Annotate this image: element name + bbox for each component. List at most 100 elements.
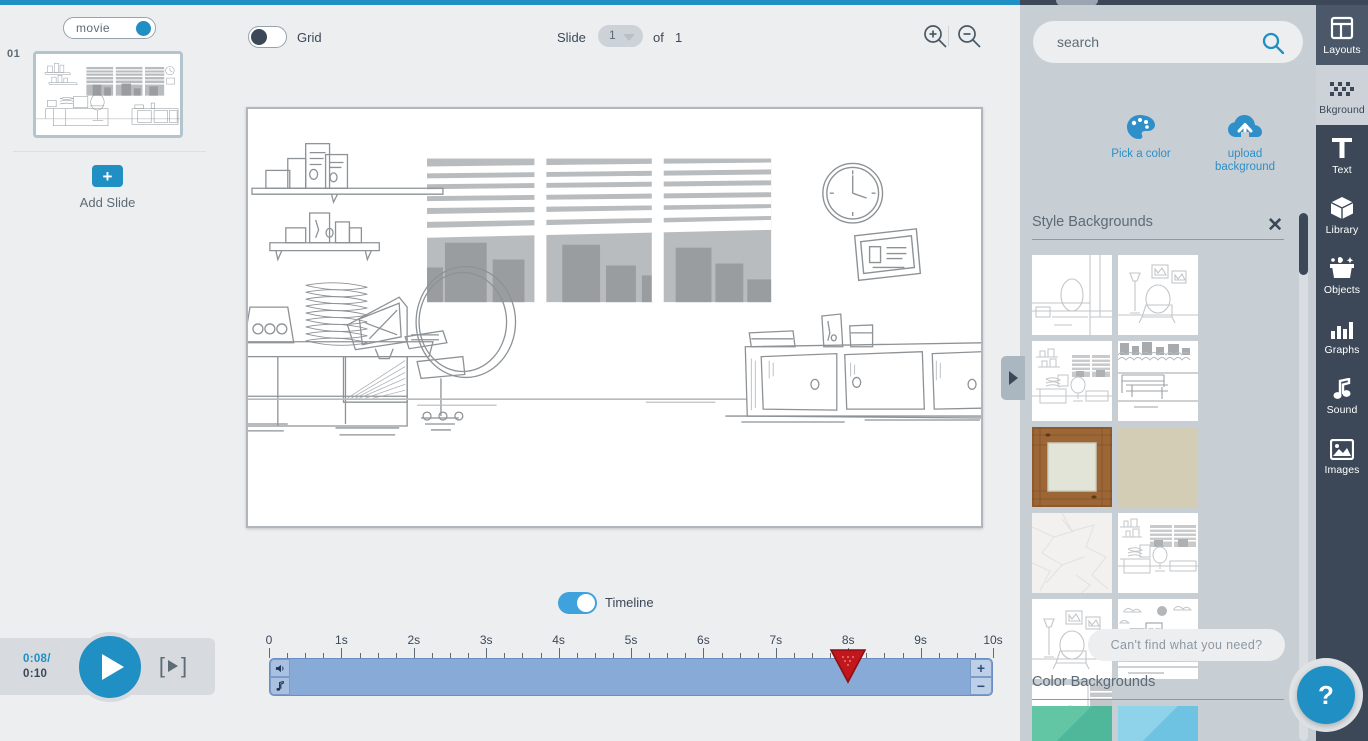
timeline-tick-major: [558, 648, 560, 658]
background-thumb-7[interactable]: [1118, 513, 1198, 593]
timeline-tick-label: 4s: [552, 633, 565, 647]
add-slide-button[interactable]: +: [92, 165, 123, 187]
style-backgrounds-grid: [1032, 255, 1284, 741]
slides-panel: movie 01 + Add Slide: [0, 5, 219, 630]
color-backgrounds-title: Color Backgrounds: [1032, 674, 1156, 690]
timeline-track[interactable]: + −: [269, 658, 993, 696]
timeline-toggle-knob: [577, 594, 595, 612]
background-thumb-3[interactable]: [1118, 341, 1198, 421]
slide-select-dropdown[interactable]: 1: [598, 25, 643, 47]
grid-toggle[interactable]: [248, 26, 287, 48]
player-time-separator: /: [47, 653, 51, 665]
zoom-in-icon: [924, 25, 947, 48]
movie-mode-toggle[interactable]: movie: [63, 17, 156, 39]
slide-thumbnail-1[interactable]: [33, 51, 183, 138]
background-thumb-0[interactable]: [1032, 255, 1112, 335]
timeline-tick-label: 0: [265, 633, 273, 647]
rail-item-sound[interactable]: Sound: [1316, 365, 1368, 425]
player-time-display: 0:08/ 0:10: [23, 652, 83, 682]
grid-toggle-knob: [251, 29, 267, 45]
palette-icon: [1086, 110, 1196, 144]
slide-index-label: 01: [7, 48, 21, 60]
upload-label-line1: upload: [1227, 148, 1263, 160]
background-thumb-6[interactable]: [1032, 513, 1112, 593]
close-icon[interactable]: ✕: [1267, 216, 1283, 235]
timeline-tick-label: 3s: [479, 633, 493, 647]
slide-canvas[interactable]: [246, 107, 983, 528]
rail-item-label: Graphs: [1324, 344, 1360, 356]
timeline-row-sound[interactable]: [270, 659, 290, 677]
chevron-down-icon: [623, 34, 635, 41]
color-thumb-blue[interactable]: [1118, 706, 1198, 741]
timeline-tick-major: [413, 648, 415, 658]
rail-item-objects[interactable]: Objects: [1316, 245, 1368, 305]
layouts-icon: [1330, 14, 1354, 40]
timeline-label: Timeline: [605, 595, 654, 610]
cant-find-button[interactable]: Can't find what you need?: [1088, 629, 1285, 661]
background-thumb-2[interactable]: [1032, 341, 1112, 421]
rail-item-graphs[interactable]: Graphs: [1316, 305, 1368, 365]
stage-area: Grid Slide 1 of 1 Timeline 0 1s 2s 3s 4s…: [219, 5, 1020, 741]
bar-chart-icon: [1330, 314, 1354, 340]
timeline-tick-label: 2s: [407, 633, 421, 647]
rail-item-label: Library: [1325, 224, 1359, 236]
tool-rail: Layouts Bkground Text Library Objects Graphs S…: [1316, 5, 1368, 741]
rail-item-images[interactable]: Images: [1316, 425, 1368, 485]
background-thumb-4[interactable]: [1032, 427, 1112, 507]
color-thumb-green[interactable]: [1032, 706, 1112, 741]
timeline-zoom-in[interactable]: +: [970, 659, 992, 677]
search-icon[interactable]: [1261, 31, 1285, 60]
zoom-out-button[interactable]: [955, 23, 983, 56]
preview-button[interactable]: [ ]: [152, 652, 194, 680]
rail-item-label: Objects: [1323, 284, 1361, 296]
search-input[interactable]: search: [1057, 34, 1099, 50]
window-group: [427, 158, 772, 303]
timeline-tick-label: 8s: [841, 633, 855, 647]
chevron-right-icon: [1008, 371, 1018, 385]
rail-item-bkground[interactable]: Bkground: [1316, 65, 1368, 125]
upload-background-button[interactable]: upload background: [1190, 110, 1300, 173]
help-button[interactable]: ?: [1297, 666, 1355, 724]
cant-find-label: Can't find what you need?: [1110, 638, 1263, 652]
timeline-row-music[interactable]: [270, 677, 290, 695]
style-backgrounds-rule: [1032, 239, 1284, 240]
rail-item-library[interactable]: Library: [1316, 185, 1368, 245]
of-label: of: [653, 30, 664, 45]
timeline-tick-major: [920, 648, 922, 658]
panel-collapse-tab[interactable]: [1001, 356, 1025, 400]
zoom-in-button[interactable]: [921, 23, 949, 56]
slides-divider: [13, 151, 206, 152]
checker-icon: [1330, 74, 1354, 100]
pick-a-color-button[interactable]: Pick a color: [1086, 110, 1196, 161]
play-button[interactable]: [75, 632, 145, 702]
open-box-icon: [1329, 254, 1355, 280]
timeline-tick-label: 5s: [624, 633, 638, 647]
panel-scrollbar-track[interactable]: [1299, 213, 1308, 741]
zoom-out-icon: [958, 25, 981, 48]
preview-play-icon: [168, 660, 178, 672]
search-field[interactable]: search: [1033, 21, 1303, 63]
rail-item-text[interactable]: Text: [1316, 125, 1368, 185]
timeline-playhead[interactable]: [828, 648, 868, 684]
player-total-time: 0:10: [23, 668, 48, 680]
slide-total-count: 1: [675, 30, 683, 45]
timeline-toggle[interactable]: [558, 592, 597, 614]
grid-label: Grid: [297, 30, 322, 45]
panel-scrollbar-thumb[interactable]: [1299, 213, 1308, 275]
zoom-divider: [948, 26, 949, 46]
cloud-upload-icon: [1190, 110, 1300, 144]
timeline-tick-major: [993, 648, 994, 658]
background-thumb-5[interactable]: [1118, 427, 1198, 507]
timeline-tick-label: 6s: [697, 633, 710, 647]
color-backgrounds-rule: [1032, 699, 1284, 700]
timeline-tick-label: 9s: [914, 633, 927, 647]
timeline-zoom-out[interactable]: −: [970, 677, 992, 695]
timeline-tick-label: 7s: [769, 633, 783, 647]
color-backgrounds-grid: [1032, 706, 1284, 741]
upload-label-line2: background: [1214, 160, 1276, 173]
rail-item-layouts[interactable]: Layouts: [1316, 5, 1368, 65]
background-thumb-1[interactable]: [1118, 255, 1198, 335]
sound-speaker-icon: [275, 664, 284, 672]
upload-background-label: upload background: [1190, 148, 1300, 173]
slide-select-value: 1: [609, 28, 616, 42]
